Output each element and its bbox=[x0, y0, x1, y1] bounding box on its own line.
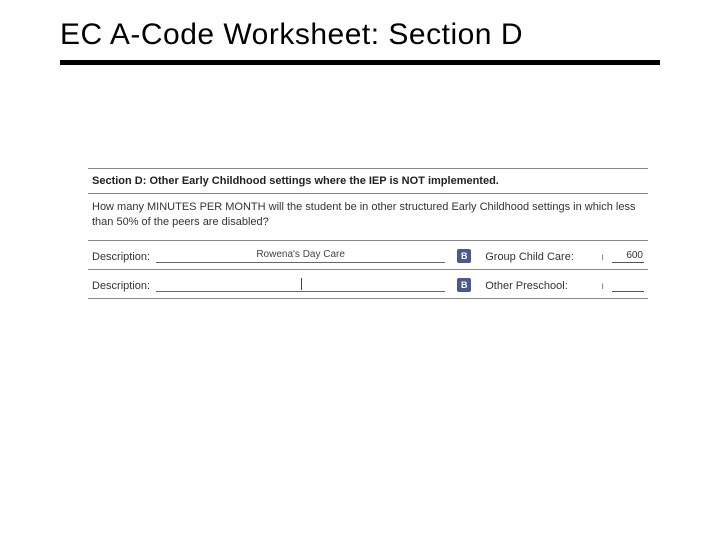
code-chip-icon: B bbox=[457, 249, 471, 263]
form-row: Description: B Other Preschool: ı bbox=[88, 270, 648, 299]
description-input[interactable] bbox=[156, 278, 445, 292]
category-label: Other Preschool: bbox=[485, 280, 595, 292]
minutes-input[interactable]: 600 bbox=[612, 250, 644, 263]
tick-icon: ı bbox=[601, 252, 604, 263]
tick-icon: ı bbox=[601, 281, 604, 292]
page-title: EC A-Code Worksheet: Section D bbox=[60, 18, 660, 65]
code-chip-icon: B bbox=[457, 278, 471, 292]
minutes-input[interactable] bbox=[612, 279, 644, 292]
section-d-form: Section D: Other Early Childhood setting… bbox=[88, 168, 648, 299]
section-header: Section D: Other Early Childhood setting… bbox=[88, 168, 648, 194]
description-label: Description: bbox=[92, 251, 150, 263]
slide: EC A-Code Worksheet: Section D Section D… bbox=[0, 0, 720, 540]
description-input[interactable]: Rowena's Day Care bbox=[156, 249, 445, 263]
section-instructions: How many MINUTES PER MONTH will the stud… bbox=[88, 194, 648, 241]
category-label: Group Child Care: bbox=[485, 251, 595, 263]
form-row: Description: Rowena's Day Care B Group C… bbox=[88, 241, 648, 270]
description-label: Description: bbox=[92, 280, 150, 292]
text-cursor-icon bbox=[301, 278, 302, 290]
title-container: EC A-Code Worksheet: Section D bbox=[60, 18, 660, 65]
